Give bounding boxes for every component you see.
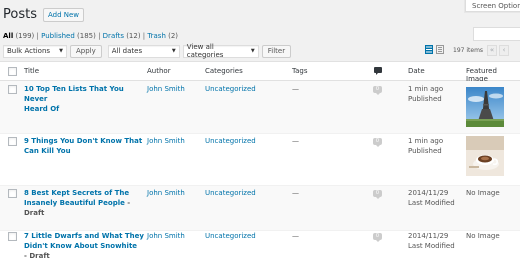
categories-select[interactable]: View all categories ▼ (182, 43, 259, 59)
categories-label: View all categories (186, 43, 224, 59)
apply-button[interactable]: Apply (70, 44, 102, 58)
category-link[interactable]: Uncategorized (205, 231, 256, 241)
chevron-down-icon: ▼ (250, 48, 255, 54)
posts-table: Title Author Categories Tags Date Featur… (0, 61, 520, 266)
row-checkbox[interactable] (8, 189, 17, 198)
select-all-checkbox[interactable] (8, 67, 17, 76)
filter-all[interactable]: All (3, 32, 13, 40)
tags-value: — (292, 232, 299, 240)
post-title-link[interactable]: 9 Things You Don't Know That Can Kill Yo… (24, 136, 144, 156)
post-title-link[interactable]: 8 Best Kept Secrets of The Insanely Beau… (24, 188, 149, 218)
featured-image-eiffel (466, 87, 504, 127)
column-date[interactable]: Date (408, 67, 425, 75)
bulk-actions-select[interactable]: Bulk Actions ▼ (3, 44, 67, 58)
tags-value: — (292, 189, 299, 197)
items-count: 197 items (453, 47, 484, 54)
tags-value: — (292, 85, 299, 93)
comment-count[interactable]: 0 (373, 190, 382, 199)
post-date: 2014/11/29 Last Modified (408, 189, 455, 207)
filter-published[interactable]: Published (41, 32, 75, 40)
author-link[interactable]: John Smith (147, 84, 185, 94)
comment-count[interactable]: 0 (373, 138, 382, 147)
no-image-label: No Image (466, 232, 500, 240)
add-new-button[interactable]: Add New (42, 7, 85, 22)
bulk-actions-label: Bulk Actions (7, 47, 51, 55)
category-link[interactable]: Uncategorized (205, 84, 256, 94)
post-date: 1 min ago Published (408, 85, 444, 103)
filter-trash-count: (2) (168, 32, 179, 40)
chevron-down-icon: ▼ (171, 48, 176, 54)
table-row: 9 Things You Don't Know That Can Kill Yo… (0, 134, 520, 186)
screen-options-button[interactable]: Screen Options (465, 0, 520, 12)
author-link[interactable]: John Smith (147, 188, 185, 198)
tags-value: — (292, 137, 299, 145)
table-header: Title Author Categories Tags Date Featur… (0, 62, 520, 83)
author-link[interactable]: John Smith (147, 231, 185, 241)
category-link[interactable]: Uncategorized (205, 188, 256, 198)
table-row: 8 Best Kept Secrets of The Insanely Beau… (0, 186, 520, 231)
page-title: Posts (3, 7, 37, 22)
first-page-button[interactable]: « (487, 45, 497, 56)
row-checkbox[interactable] (8, 232, 17, 241)
post-title-link[interactable]: 10 Top Ten Lists That You Never Heard Of (24, 84, 144, 114)
list-view-icon[interactable] (425, 45, 433, 54)
filter-all-count: (199) (15, 32, 35, 40)
column-categories: Categories (205, 67, 243, 75)
filter-drafts[interactable]: Drafts (103, 32, 124, 40)
prev-page-button[interactable]: ‹ (499, 45, 509, 56)
table-row: 10 Top Ten Lists That You Never Heard Of… (0, 81, 520, 134)
table-row: 7 Little Dwarfs and What They Didn't Kno… (0, 231, 520, 266)
row-checkbox[interactable] (8, 85, 17, 94)
column-tags: Tags (292, 67, 308, 75)
filter-button[interactable]: Filter (261, 44, 292, 58)
filter-trash[interactable]: Trash (147, 32, 166, 40)
author-link[interactable]: John Smith (147, 136, 185, 146)
chevron-down-icon: ▼ (59, 48, 63, 54)
dates-select[interactable]: All dates ▼ (107, 44, 180, 58)
dates-label: All dates (111, 47, 143, 55)
category-link[interactable]: Uncategorized (205, 136, 256, 146)
featured-image-coffee (466, 136, 504, 176)
post-date: 1 min ago Published (408, 137, 444, 155)
draft-state: - Draft (24, 252, 50, 260)
comment-count[interactable]: 0 (373, 233, 382, 242)
excerpt-view-icon[interactable] (436, 45, 444, 54)
filter-published-count: (185) (77, 32, 96, 40)
row-checkbox[interactable] (8, 137, 17, 146)
column-title[interactable]: Title (24, 67, 39, 75)
column-author[interactable]: Author (147, 67, 171, 75)
post-title-link[interactable]: 7 Little Dwarfs and What They Didn't Kno… (24, 231, 144, 261)
filter-drafts-count: (12) (126, 32, 141, 40)
comment-bubble-icon[interactable] (374, 67, 382, 75)
post-date: 2014/11/29 Last Modified (408, 232, 455, 250)
no-image-label: No Image (466, 189, 500, 197)
comment-count[interactable]: 0 (373, 86, 382, 95)
search-input[interactable] (473, 27, 520, 41)
status-filter-links: All (199) | Published (185) | Drafts (12… (3, 32, 179, 40)
